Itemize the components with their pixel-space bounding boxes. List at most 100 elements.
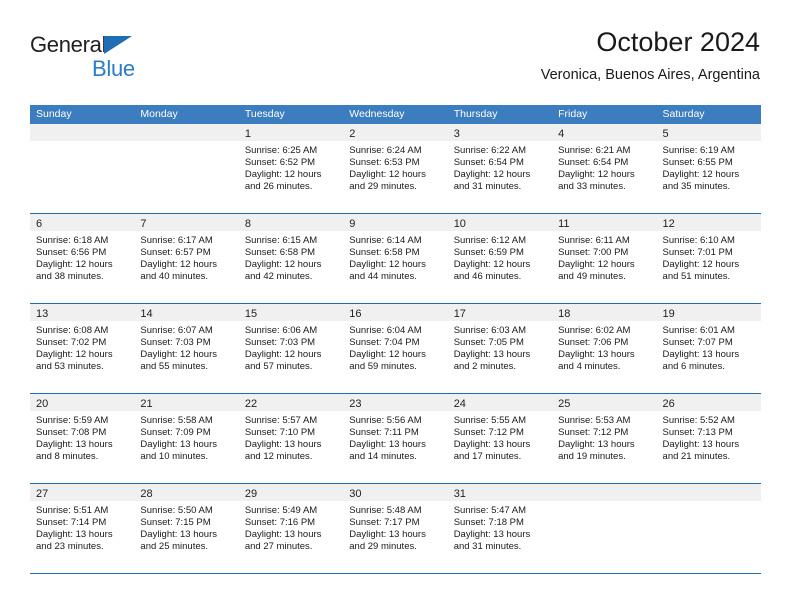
calendar-day-cell[interactable]: 3 Sunrise: 6:22 AM Sunset: 6:54 PM Daylight…	[447, 124, 553, 213]
day-detail-line: Sunset: 7:02 PM	[36, 337, 107, 349]
calendar-day-cell[interactable]: 13 Sunrise: 6:08 AM Sunset: 7:02 PM Dayligh…	[30, 304, 135, 393]
day-detail-line: Sunrise: 6:02 AM	[558, 325, 631, 336]
calendar-day-cell[interactable]: 4 Sunrise: 6:21 AM Sunset: 6:54 PM Daylight…	[552, 124, 657, 213]
calendar-day-cell[interactable]: 20 Sunrise: 5:59 AM Sunset: 7:08 PM Dayligh…	[30, 394, 135, 483]
calendar-day-cell[interactable]: 9 Sunrise: 6:14 AM Sunset: 6:58 PM Daylight…	[343, 214, 448, 303]
day-detail-line: Sunrise: 6:25 AM	[244, 145, 318, 156]
general-blue-logo[interactable]: General Blue	[30, 32, 150, 88]
calendar-day-cell[interactable]: 6 Sunrise: 6:18 AM Sunset: 6:56 PM Daylight…	[30, 214, 135, 303]
day-detail-line: Daylight: 13 hours	[453, 349, 531, 361]
day-detail-text: Sunrise: 5:49 AM Sunset: 7:16 PM Daylight:…	[239, 501, 343, 553]
calendar-day-cell[interactable]: 23 Sunrise: 5:56 AM Sunset: 7:11 PM Dayligh…	[343, 394, 448, 483]
day-detail-line: Sunrise: 6:06 AM	[244, 325, 318, 336]
day-detail-line: Daylight: 12 hours	[453, 259, 531, 271]
day-detail-line: Sunrise: 6:03 AM	[453, 325, 527, 336]
day-detail-line: and 29 minutes.	[349, 541, 417, 553]
day-detail-text: Sunrise: 6:22 AM Sunset: 6:54 PM Daylight:…	[448, 141, 552, 193]
day-detail-line: Sunrise: 6:19 AM	[662, 145, 735, 156]
calendar-day-cell[interactable]: 10 Sunrise: 6:12 AM Sunset: 6:59 PM Dayligh…	[447, 214, 553, 303]
day-number: 11	[558, 218, 570, 230]
day-detail-line: Sunrise: 5:52 AM	[662, 415, 735, 426]
calendar-day-cell[interactable]: 18 Sunrise: 6:02 AM Sunset: 7:06 PM Dayligh…	[552, 304, 657, 393]
day-number-band: 30	[343, 484, 448, 501]
day-number: 29	[244, 488, 258, 500]
calendar-day-cell[interactable]: 17 Sunrise: 6:03 AM Sunset: 7:05 PM Dayligh…	[447, 304, 553, 393]
day-detail-line: Daylight: 12 hours	[244, 349, 322, 361]
calendar-day-cell[interactable]: 12 Sunrise: 6:10 AM Sunset: 7:01 PM Dayligh…	[656, 214, 761, 303]
day-detail-line: Daylight: 12 hours	[662, 259, 740, 271]
calendar-day-cell[interactable]: 15 Sunrise: 6:06 AM Sunset: 7:03 PM Dayligh…	[238, 304, 344, 393]
calendar-day-cell[interactable]: 21 Sunrise: 5:58 AM Sunset: 7:09 PM Dayligh…	[134, 394, 239, 483]
calendar-day-cell[interactable]: 26 Sunrise: 5:52 AM Sunset: 7:13 PM Dayligh…	[656, 394, 761, 483]
day-detail-line: Daylight: 13 hours	[244, 439, 322, 451]
calendar-day-cell[interactable]: 27 Sunrise: 5:51 AM Sunset: 7:14 PM Dayligh…	[30, 484, 135, 573]
title-block: October 2024 Veronica, Buenos Aires, Arg…	[541, 26, 760, 85]
calendar-day-cell[interactable]: 31 Sunrise: 5:47 AM Sunset: 7:18 PM Dayligh…	[447, 484, 553, 573]
day-number-band	[656, 484, 761, 501]
day-detail-line: Daylight: 12 hours	[36, 259, 113, 271]
weekday-header-sunday: Sunday	[36, 108, 72, 120]
day-number-band: 8	[238, 214, 344, 231]
calendar-day-cell[interactable]: 2 Sunrise: 6:24 AM Sunset: 6:53 PM Daylight…	[343, 124, 448, 213]
day-detail-line: Sunrise: 6:08 AM	[36, 325, 109, 336]
calendar-day-cell[interactable]: 30 Sunrise: 5:48 AM Sunset: 7:17 PM Dayligh…	[343, 484, 448, 573]
day-number: 6	[36, 218, 43, 230]
calendar-day-cell[interactable]: 25 Sunrise: 5:53 AM Sunset: 7:12 PM Dayligh…	[552, 394, 657, 483]
day-number-band: 28	[134, 484, 239, 501]
calendar-day-cell[interactable]: 29 Sunrise: 5:49 AM Sunset: 7:16 PM Dayligh…	[238, 484, 344, 573]
calendar-day-cell[interactable]: 1 Sunrise: 6:25 AM Sunset: 6:52 PM Daylight…	[238, 124, 344, 213]
day-detail-line: Sunrise: 5:51 AM	[36, 505, 109, 516]
day-detail-line: Daylight: 12 hours	[244, 259, 322, 271]
day-detail-line: Daylight: 13 hours	[349, 439, 426, 451]
weekday-header-monday: Monday	[140, 108, 178, 120]
day-detail-line: and 49 minutes.	[558, 271, 626, 283]
day-detail-line: and 44 minutes.	[349, 271, 417, 283]
day-number: 17	[453, 308, 466, 320]
calendar-day-cell[interactable]: 28 Sunrise: 5:50 AM Sunset: 7:15 PM Dayligh…	[134, 484, 239, 573]
calendar-day-cell[interactable]: 24 Sunrise: 5:55 AM Sunset: 7:12 PM Dayligh…	[447, 394, 553, 483]
day-number: 21	[140, 398, 153, 410]
calendar-day-cell[interactable]: 14 Sunrise: 6:07 AM Sunset: 7:03 PM Dayligh…	[134, 304, 239, 393]
day-detail-text: Sunrise: 5:55 AM Sunset: 7:12 PM Daylight:…	[448, 411, 552, 463]
day-detail-line: and 31 minutes.	[453, 541, 522, 553]
day-detail-line: and 57 minutes.	[244, 361, 313, 373]
day-number: 13	[36, 308, 49, 320]
day-detail-line: Sunset: 6:54 PM	[453, 157, 524, 169]
day-detail-line: Sunset: 6:59 PM	[453, 247, 524, 259]
day-detail-line: Sunrise: 6:01 AM	[662, 325, 735, 336]
day-detail-line: Sunrise: 6:17 AM	[140, 235, 213, 246]
day-detail-line: and 26 minutes.	[244, 181, 313, 193]
day-detail-line: and 14 minutes.	[349, 451, 417, 463]
day-number: 25	[558, 398, 571, 410]
day-detail-line: Sunset: 7:13 PM	[662, 427, 733, 439]
day-detail-line: Sunrise: 5:47 AM	[453, 505, 527, 516]
day-detail-line: and 19 minutes.	[558, 451, 626, 463]
day-detail-line: Sunset: 7:07 PM	[662, 337, 733, 349]
calendar-day-cell[interactable]: 5 Sunrise: 6:19 AM Sunset: 6:55 PM Daylight…	[656, 124, 761, 213]
calendar-day-cell[interactable]: 16 Sunrise: 6:04 AM Sunset: 7:04 PM Dayligh…	[343, 304, 448, 393]
day-number-band: 11	[552, 214, 657, 231]
day-number: 5	[662, 128, 669, 140]
calendar-day-cell[interactable]: 22 Sunrise: 5:57 AM Sunset: 7:10 PM Dayligh…	[238, 394, 344, 483]
day-detail-line: Sunrise: 6:24 AM	[349, 145, 422, 156]
day-detail-line: and 53 minutes.	[36, 361, 104, 373]
calendar-day-cell[interactable]: 8 Sunrise: 6:15 AM Sunset: 6:58 PM Daylight…	[238, 214, 344, 303]
calendar-day-cell[interactable]: 11 Sunrise: 6:11 AM Sunset: 7:00 PM Dayligh…	[552, 214, 657, 303]
day-number-band: 12	[656, 214, 761, 231]
day-detail-text: Sunrise: 5:57 AM Sunset: 7:10 PM Daylight:…	[239, 411, 343, 463]
day-detail-text: Sunrise: 6:08 AM Sunset: 7:02 PM Daylight:…	[30, 321, 134, 373]
day-number-band: 24	[447, 394, 553, 411]
day-detail-text: Sunrise: 5:58 AM Sunset: 7:09 PM Daylight:…	[134, 411, 238, 463]
day-number: 30	[349, 488, 362, 500]
calendar-day-cell[interactable]: 19 Sunrise: 6:01 AM Sunset: 7:07 PM Dayligh…	[656, 304, 761, 393]
day-detail-line: Sunset: 6:53 PM	[349, 157, 420, 169]
day-detail-line: Daylight: 12 hours	[140, 349, 217, 361]
calendar-week-row: 6 Sunrise: 6:18 AM Sunset: 6:56 PM Daylight…	[30, 214, 761, 304]
day-detail-line: Sunset: 7:05 PM	[453, 337, 524, 349]
day-number-band: 3	[447, 124, 553, 141]
day-detail-line: Sunset: 6:58 PM	[349, 247, 420, 259]
day-number: 10	[453, 218, 466, 230]
day-number-band: 27	[30, 484, 135, 501]
calendar-day-cell[interactable]: 7 Sunrise: 6:17 AM Sunset: 6:57 PM Daylight…	[134, 214, 239, 303]
day-detail-text: Sunrise: 6:02 AM Sunset: 7:06 PM Daylight:…	[552, 321, 656, 373]
